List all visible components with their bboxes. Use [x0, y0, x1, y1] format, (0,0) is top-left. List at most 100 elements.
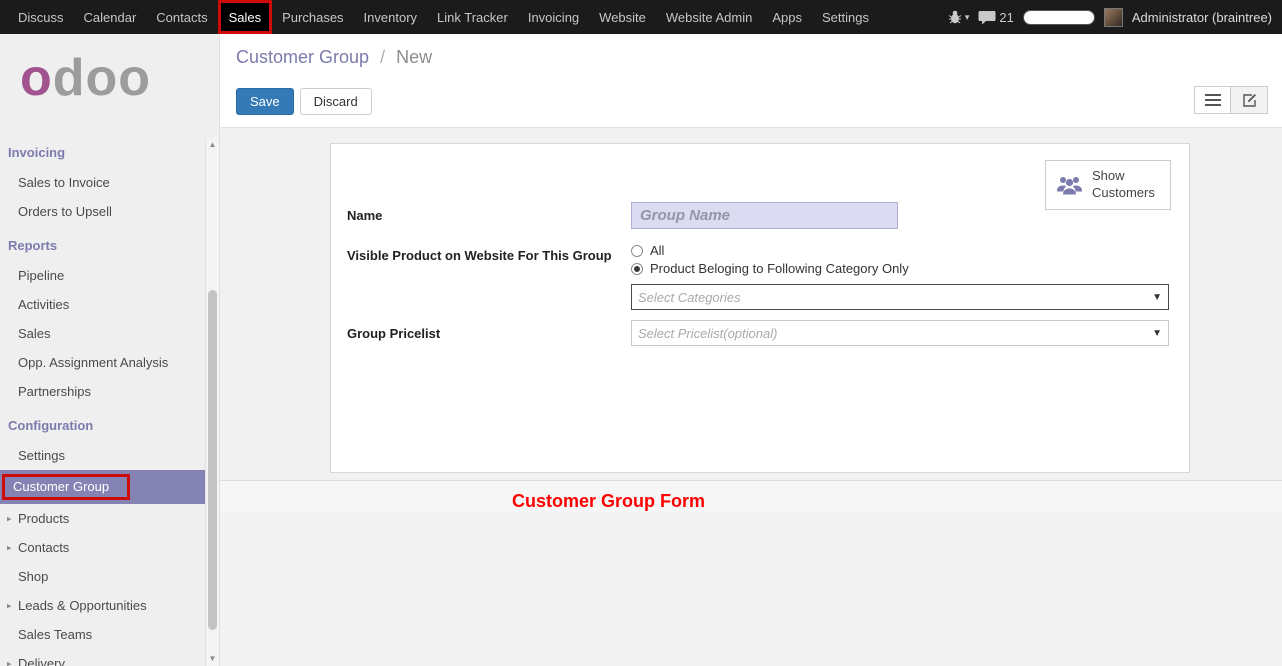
control-panel: Customer Group / New Save Discard	[220, 34, 1282, 128]
message-count: 21	[999, 10, 1013, 25]
top-menu-inventory[interactable]: Inventory	[354, 0, 427, 34]
breadcrumb-parent[interactable]: Customer Group	[236, 47, 369, 67]
form-view-button[interactable]	[1231, 86, 1268, 114]
top-menu-contacts[interactable]: Contacts	[146, 0, 217, 34]
logo-first-letter: o	[20, 49, 53, 107]
sidebar-section-configuration: Configuration	[0, 406, 206, 441]
avatar	[1104, 8, 1123, 27]
list-icon	[1205, 94, 1221, 106]
sidebar-item-products[interactable]: ▸ Products	[0, 504, 206, 533]
top-menu-apps[interactable]: Apps	[762, 0, 812, 34]
scrollbar-thumb[interactable]	[208, 290, 217, 630]
discard-button[interactable]: Discard	[300, 88, 372, 115]
top-menu-sales[interactable]: Sales	[218, 0, 273, 34]
annotation-caption: Customer Group Form	[512, 491, 705, 512]
dropdown-caret-icon: ▼	[1152, 292, 1162, 303]
sidebar-item-customer-group[interactable]: Customer Group	[0, 470, 206, 504]
top-navbar: DiscussCalendarContactsSalesPurchasesInv…	[0, 0, 1282, 34]
radio-label: Product Beloging to Following Category O…	[650, 260, 909, 278]
pricelist-row: Group Pricelist Select Pricelist(optiona…	[347, 320, 1169, 346]
dropdown-caret-icon: ▼	[1152, 328, 1162, 339]
visible-product-row: Visible Product on Website For This Grou…	[347, 242, 1169, 310]
status-pill[interactable]	[1023, 10, 1095, 25]
save-button[interactable]: Save	[236, 88, 294, 115]
scroll-down-icon[interactable]: ▼	[206, 652, 219, 666]
radio-option-product-beloging-to-following-category-only[interactable]: Product Beloging to Following Category O…	[631, 260, 1169, 278]
radio-label: All	[650, 242, 664, 260]
sidebar-item-label: Sales	[18, 326, 51, 341]
top-menu-website-admin[interactable]: Website Admin	[656, 0, 762, 34]
breadcrumb: Customer Group / New	[220, 34, 1282, 68]
visibility-radio-group: AllProduct Beloging to Following Categor…	[631, 242, 1169, 278]
sidebar-item-activities[interactable]: Activities	[0, 290, 206, 319]
sidebar-item-label: Activities	[18, 297, 69, 312]
messages-indicator[interactable]: 21	[978, 10, 1013, 25]
top-menu-purchases[interactable]: Purchases	[272, 0, 353, 34]
list-view-button[interactable]	[1194, 86, 1231, 114]
customer-group-form: Show Customers Name Visible Product on W…	[330, 143, 1190, 473]
visible-product-label: Visible Product on Website For This Grou…	[347, 242, 631, 310]
expand-arrow-icon[interactable]: ▸	[7, 542, 12, 553]
top-menu-website[interactable]: Website	[589, 0, 656, 34]
sidebar-item-opp-assignment-analysis[interactable]: Opp. Assignment Analysis	[0, 348, 206, 377]
expand-arrow-icon[interactable]: ▸	[7, 658, 12, 666]
sidebar-item-label: Pipeline	[18, 268, 64, 283]
form-buttons: Save Discard	[220, 68, 1282, 115]
categories-placeholder: Select Categories	[638, 290, 741, 305]
sidebar-scrollbar[interactable]: ▲ ▼	[205, 138, 219, 666]
sidebar: odoo InvoicingSales to InvoiceOrders to …	[0, 34, 220, 666]
form-grid: Name Visible Product on Website For This…	[347, 202, 1169, 346]
top-menu-link-tracker[interactable]: Link Tracker	[427, 0, 518, 34]
chat-bubble-icon	[978, 10, 996, 25]
sidebar-item-contacts[interactable]: ▸ Contacts	[0, 533, 206, 562]
sidebar-item-sales[interactable]: Sales	[0, 319, 206, 348]
sidebar-item-delivery[interactable]: ▸Delivery	[0, 649, 206, 666]
scroll-up-icon[interactable]: ▲	[206, 138, 219, 152]
sidebar-section-invoicing: Invoicing	[0, 133, 206, 168]
sidebar-item-label: Leads & Opportunities	[18, 598, 147, 613]
sidebar-item-label: Partnerships	[18, 384, 91, 399]
form-sheet-area: Show Customers Name Visible Product on W…	[220, 128, 1282, 481]
sidebar-item-label: Shop	[18, 569, 48, 584]
sidebar-item-pipeline[interactable]: Pipeline	[0, 261, 206, 290]
top-menu-invoicing[interactable]: Invoicing	[518, 0, 589, 34]
sidebar-item-leads-opportunities[interactable]: ▸ Leads & Opportunities	[0, 591, 206, 620]
sidebar-item-label: Sales to Invoice	[18, 175, 110, 190]
debug-menu[interactable]: ▾	[948, 10, 970, 24]
lower-area: Customer Group Form	[220, 481, 1282, 512]
top-menu-discuss[interactable]: Discuss	[8, 0, 74, 34]
expand-arrow-icon[interactable]: ▸	[7, 600, 12, 611]
pricelist-select[interactable]: Select Pricelist(optional) ▼	[631, 320, 1169, 346]
customers-icon	[1056, 174, 1083, 196]
expand-arrow-icon[interactable]: ▸	[7, 513, 12, 524]
sidebar-item-label: Products	[18, 511, 69, 526]
bug-icon	[948, 10, 962, 24]
sidebar-item-shop[interactable]: Shop	[0, 562, 206, 591]
pricelist-placeholder: Select Pricelist(optional)	[638, 326, 777, 341]
topbar-right: ▾ 21 Administrator (braintree)	[948, 0, 1282, 34]
sidebar-item-partnerships[interactable]: Partnerships	[0, 377, 206, 406]
sidebar-menu: Invoicing Sales to Invoice Orders to Upsel…	[0, 107, 206, 666]
user-menu[interactable]: Administrator (braintree)	[1132, 10, 1272, 25]
breadcrumb-current: New	[396, 47, 432, 67]
edit-form-icon	[1242, 93, 1257, 108]
top-menu-calendar[interactable]: Calendar	[74, 0, 147, 34]
top-menu: DiscussCalendarContactsSalesPurchasesInv…	[0, 0, 879, 34]
view-switcher	[1194, 86, 1268, 114]
pricelist-label: Group Pricelist	[347, 320, 631, 346]
group-name-input[interactable]	[631, 202, 898, 229]
radio-icon[interactable]	[631, 263, 643, 275]
sidebar-item-label: Settings	[18, 448, 65, 463]
radio-icon[interactable]	[631, 245, 643, 257]
breadcrumb-separator: /	[380, 47, 385, 67]
sidebar-item-label: Sales Teams	[18, 627, 92, 642]
sidebar-item-label: Contacts	[18, 540, 69, 555]
radio-option-all[interactable]: All	[631, 242, 1169, 260]
top-menu-settings[interactable]: Settings	[812, 0, 879, 34]
sidebar-item-sales-teams[interactable]: Sales Teams	[0, 620, 206, 649]
sidebar-item-orders-to-upsell[interactable]: Orders to Upsell	[0, 197, 206, 226]
sidebar-item-label: Orders to Upsell	[18, 204, 112, 219]
categories-select[interactable]: Select Categories ▼	[631, 284, 1169, 310]
sidebar-item-settings[interactable]: Settings	[0, 441, 206, 470]
sidebar-item-sales-to-invoice[interactable]: Sales to Invoice	[0, 168, 206, 197]
